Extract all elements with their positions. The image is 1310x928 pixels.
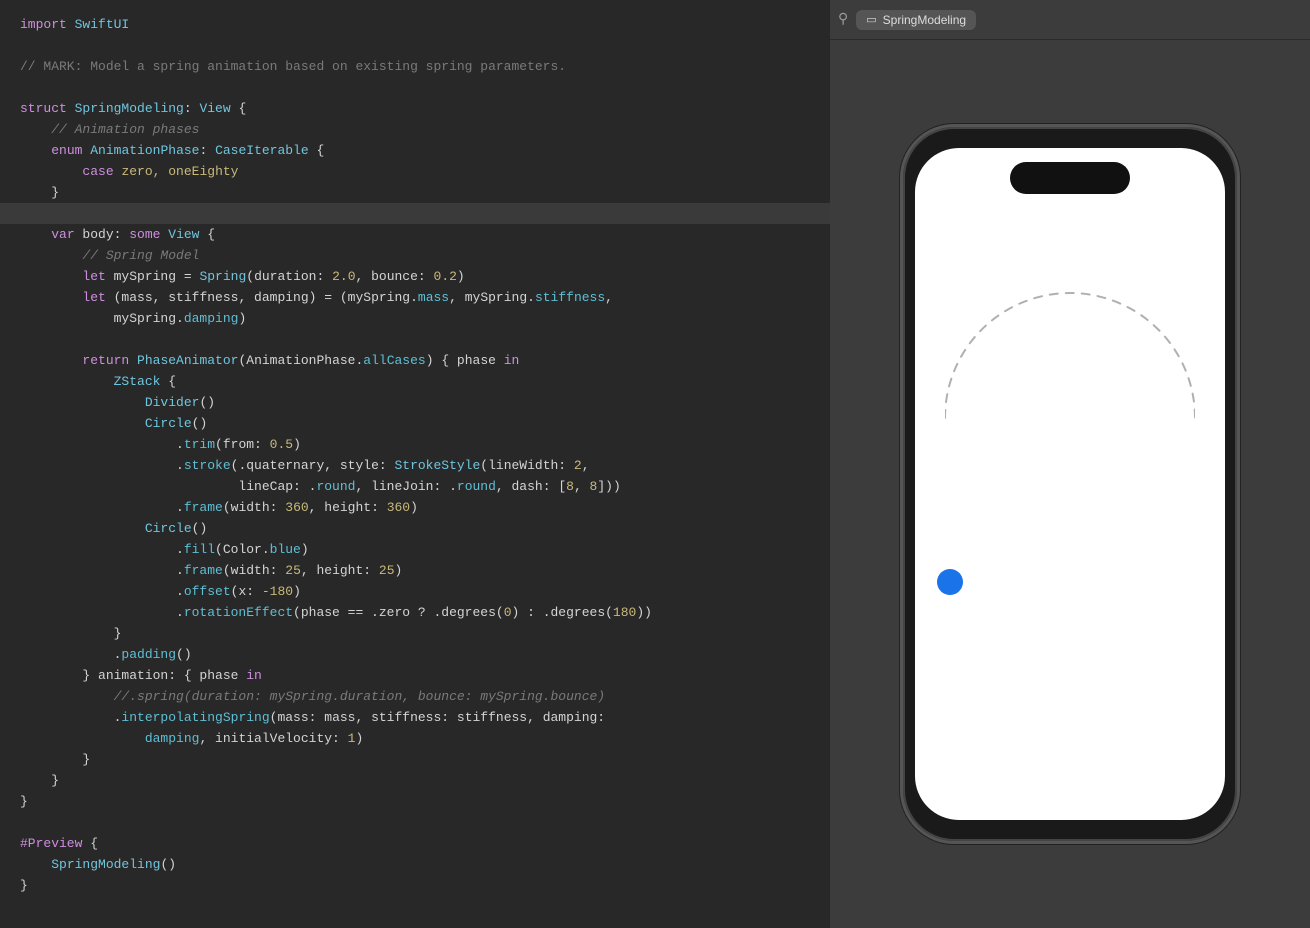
code-line: let (mass, stiffness, damping) = (mySpri… <box>0 287 830 308</box>
code-line: enum AnimationPhase: CaseIterable { <box>0 140 830 161</box>
code-line: //.spring(duration: mySpring.duration, b… <box>0 686 830 707</box>
code-line: case zero, oneEighty <box>0 161 830 182</box>
code-editor[interactable]: import SwiftUI // MARK: Model a spring an… <box>0 0 830 928</box>
code-line: } <box>0 875 830 896</box>
code-line: // MARK: Model a spring animation based … <box>0 56 830 77</box>
blue-dot <box>937 569 963 595</box>
code-line: mySpring.damping) <box>0 308 830 329</box>
dynamic-island <box>1010 162 1130 194</box>
code-line: } <box>0 770 830 791</box>
code-line: return PhaseAnimator(AnimationPhase.allC… <box>0 350 830 371</box>
code-line: .fill(Color.blue) <box>0 539 830 560</box>
code-line: #Preview { <box>0 833 830 854</box>
code-line: .offset(x: -180) <box>0 581 830 602</box>
code-line: } <box>0 791 830 812</box>
code-line: Divider() <box>0 392 830 413</box>
code-line: } <box>0 749 830 770</box>
code-line: .rotationEffect(phase == .zero ? .degree… <box>0 602 830 623</box>
code-line: } <box>0 182 830 203</box>
iphone-frame <box>900 124 1240 844</box>
code-line: .padding() <box>0 644 830 665</box>
iphone-screen <box>915 148 1225 820</box>
code-line <box>0 203 830 224</box>
code-line: ZStack { <box>0 371 830 392</box>
preview-tab-icon: ▭ <box>866 13 876 26</box>
preview-panel: ⚲ ▭ SpringModeling <box>830 0 1310 928</box>
code-line: damping, initialVelocity: 1) <box>0 728 830 749</box>
code-line: import SwiftUI <box>0 14 830 35</box>
arc-svg <box>945 228 1195 428</box>
code-line: let mySpring = Spring(duration: 2.0, bou… <box>0 266 830 287</box>
code-line <box>0 812 830 833</box>
code-line: struct SpringModeling: View { <box>0 98 830 119</box>
code-line: // Spring Model <box>0 245 830 266</box>
code-line: var body: some View { <box>0 224 830 245</box>
preview-tab-label: SpringModeling <box>883 13 966 27</box>
code-line <box>0 35 830 56</box>
device-frame-wrapper <box>880 40 1260 928</box>
code-line: Circle() <box>0 518 830 539</box>
code-line: lineCap: .round, lineJoin: .round, dash:… <box>0 476 830 497</box>
code-line: SpringModeling() <box>0 854 830 875</box>
preview-topbar: ⚲ ▭ SpringModeling <box>830 0 1310 40</box>
code-line: .frame(width: 25, height: 25) <box>0 560 830 581</box>
code-line: .frame(width: 360, height: 360) <box>0 497 830 518</box>
code-line <box>0 77 830 98</box>
code-line: .interpolatingSpring(mass: mass, stiffne… <box>0 707 830 728</box>
code-line: } animation: { phase in <box>0 665 830 686</box>
code-line: Circle() <box>0 413 830 434</box>
pin-icon[interactable]: ⚲ <box>838 11 848 28</box>
code-line: // Animation phases <box>0 119 830 140</box>
code-line: .trim(from: 0.5) <box>0 434 830 455</box>
code-line: } <box>0 623 830 644</box>
code-line <box>0 329 830 350</box>
preview-tab[interactable]: ▭ SpringModeling <box>856 10 976 30</box>
code-line: .stroke(.quaternary, style: StrokeStyle(… <box>0 455 830 476</box>
